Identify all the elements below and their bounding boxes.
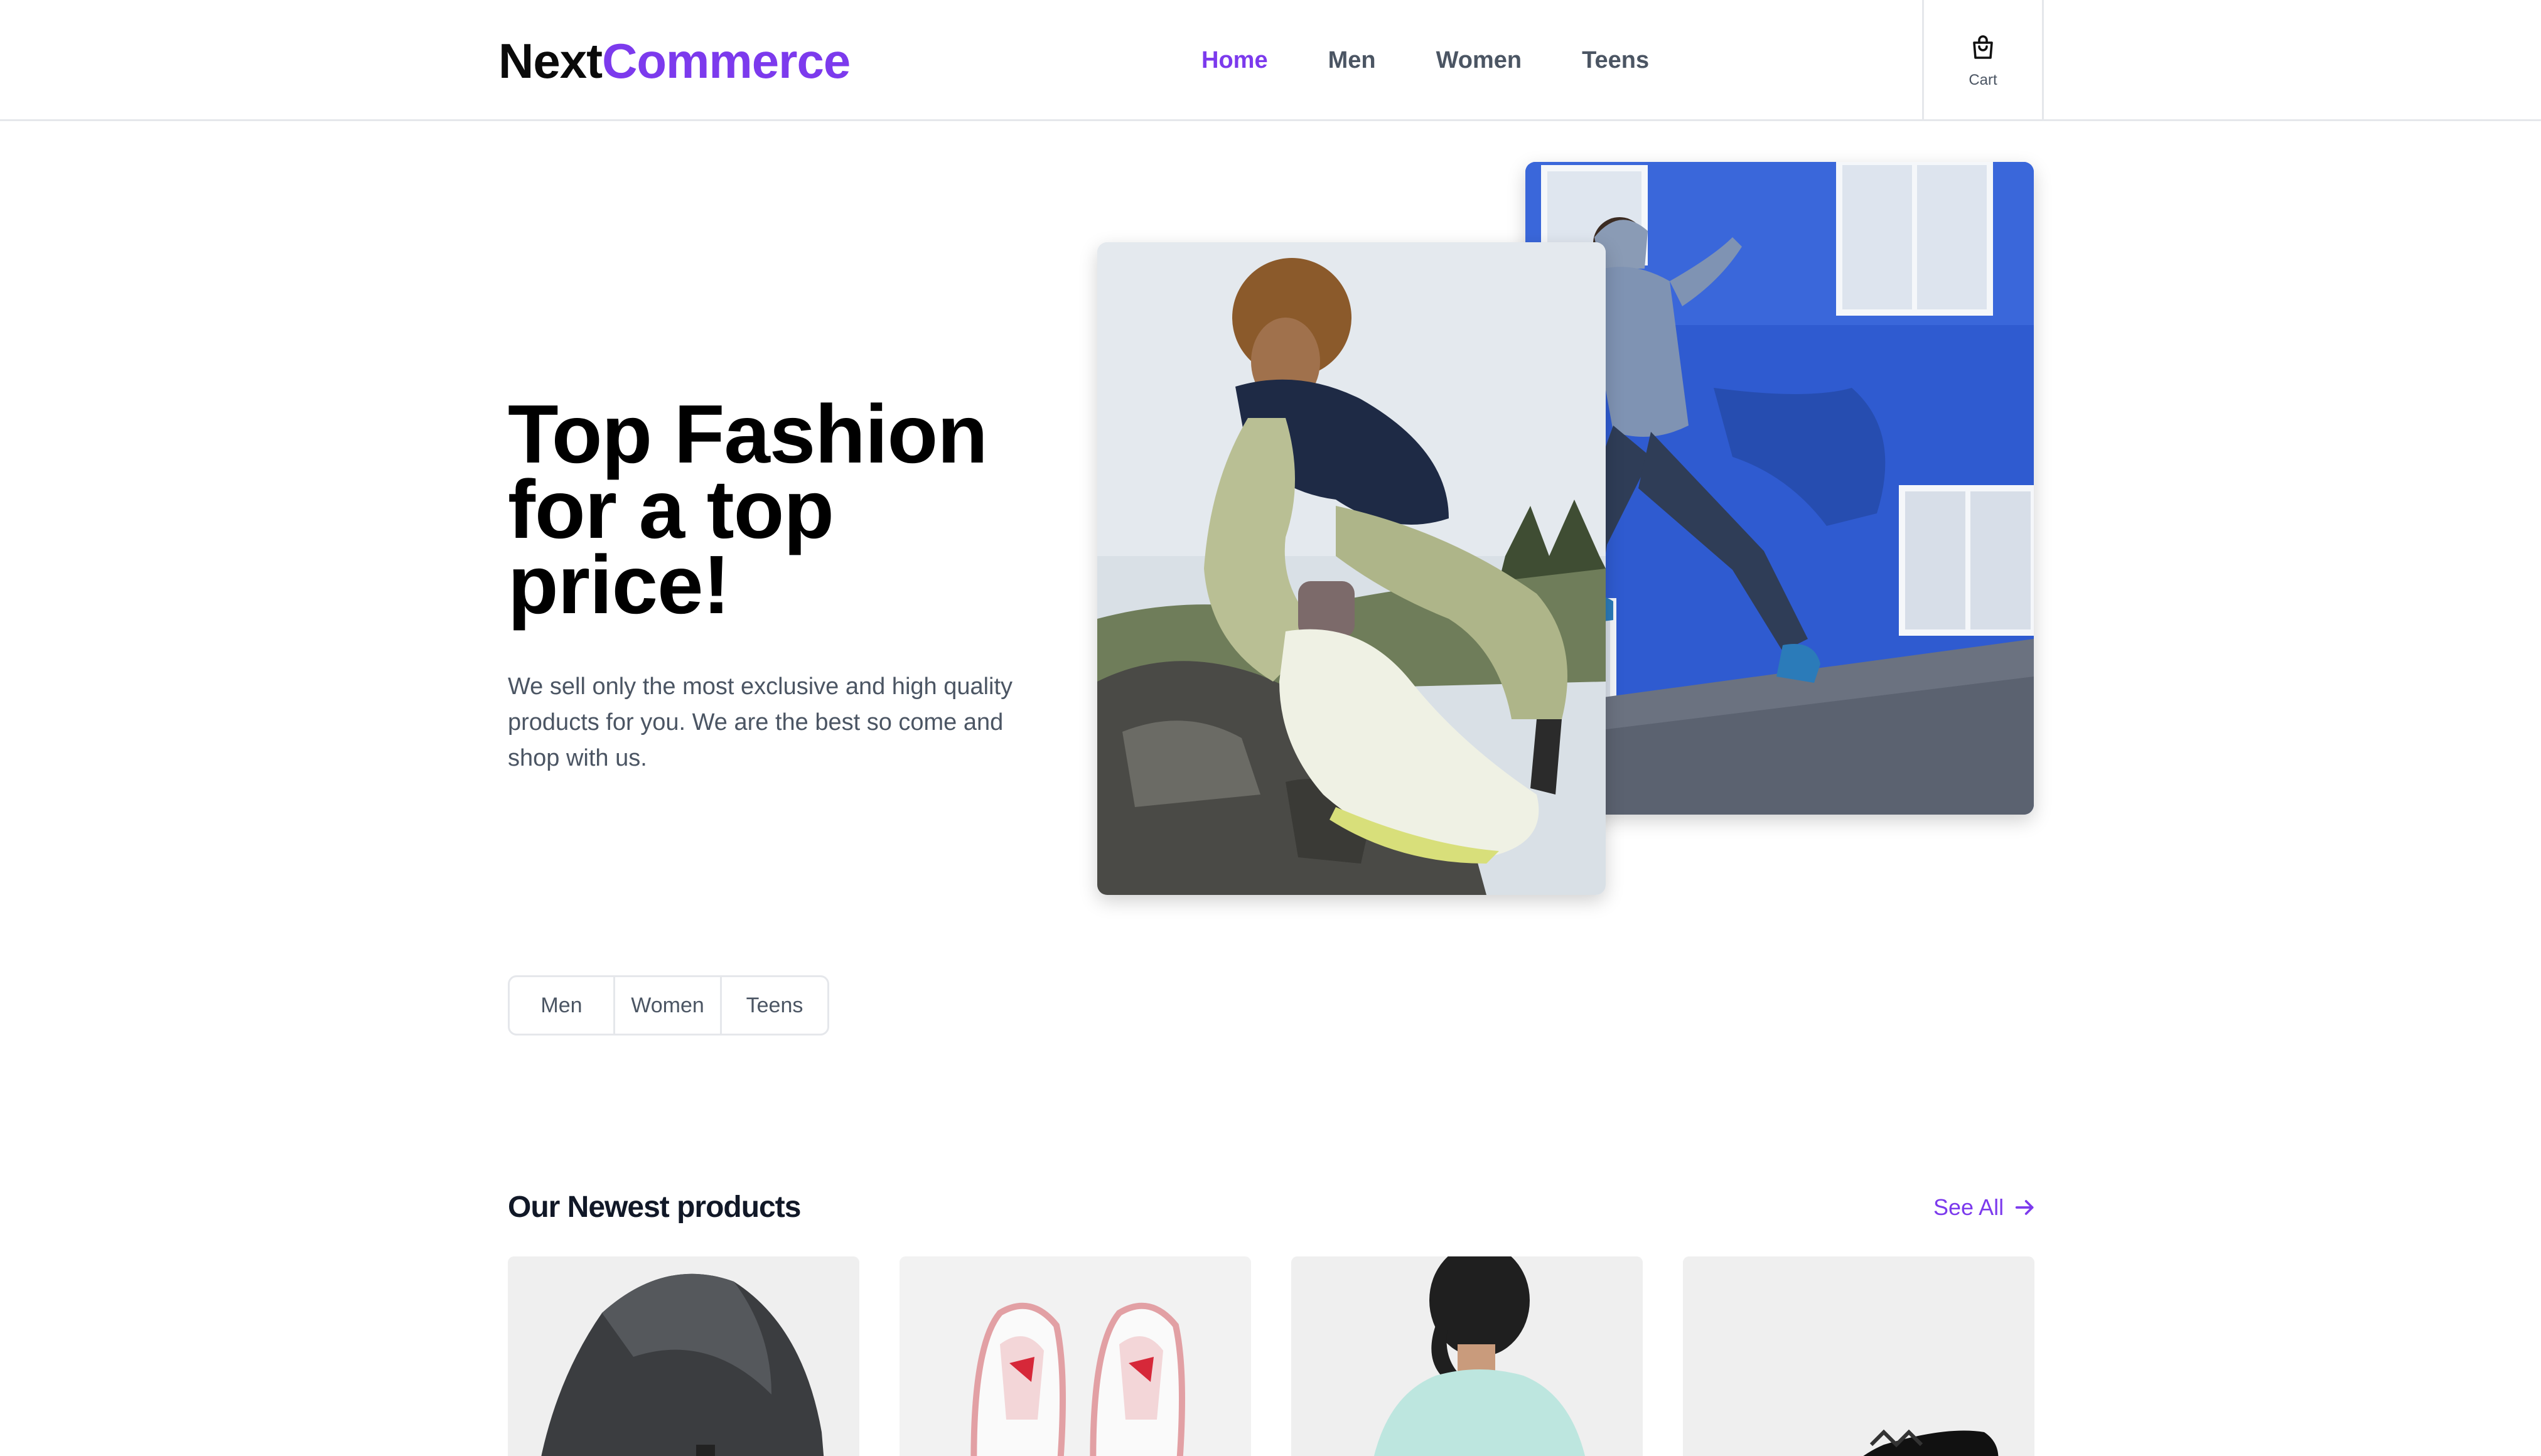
category-teens[interactable]: Teens [722, 977, 827, 1034]
product-image [1291, 1256, 1643, 1456]
nav-men[interactable]: Men [1328, 44, 1376, 77]
product-card[interactable] [1683, 1256, 2034, 1456]
product-card[interactable] [1291, 1256, 1643, 1456]
site-header: NextCommerce Home Men Women Teens Cart [0, 0, 2541, 121]
nav-teens[interactable]: Teens [1582, 44, 1649, 77]
section-title: Our Newest products [508, 1191, 801, 1224]
cart-label: Cart [1969, 71, 1997, 88]
arrow-right-icon [2015, 1200, 2034, 1215]
see-all-link[interactable]: See All [1933, 1191, 2038, 1224]
brand-name-part2: Commerce [602, 33, 851, 88]
product-image [508, 1256, 859, 1456]
product-card[interactable] [900, 1256, 1251, 1456]
nav-women[interactable]: Women [1436, 44, 1522, 77]
category-women[interactable]: Women [615, 977, 722, 1034]
cart-button[interactable]: Cart [1922, 0, 2044, 121]
brand-logo[interactable]: NextCommerce [498, 33, 851, 89]
brand-name-part1: Next [498, 33, 603, 88]
main-nav: Home Men Women Teens [1201, 44, 1649, 77]
product-grid [508, 1256, 2034, 1456]
hero-description: We sell only the most exclusive and high… [508, 673, 1013, 771]
hero-title: Top Fashion for a top price! [508, 388, 988, 631]
category-men[interactable]: Men [510, 977, 615, 1034]
category-switcher: Men Women Teens [508, 975, 829, 1036]
nav-home[interactable]: Home [1201, 44, 1268, 77]
product-image [1683, 1256, 2034, 1456]
shopping-bag-icon [1973, 35, 1993, 59]
see-all-label: See All [1933, 1194, 2004, 1220]
hero-image-hiker [1097, 242, 1606, 895]
product-image [900, 1256, 1251, 1456]
product-card[interactable] [508, 1256, 859, 1456]
